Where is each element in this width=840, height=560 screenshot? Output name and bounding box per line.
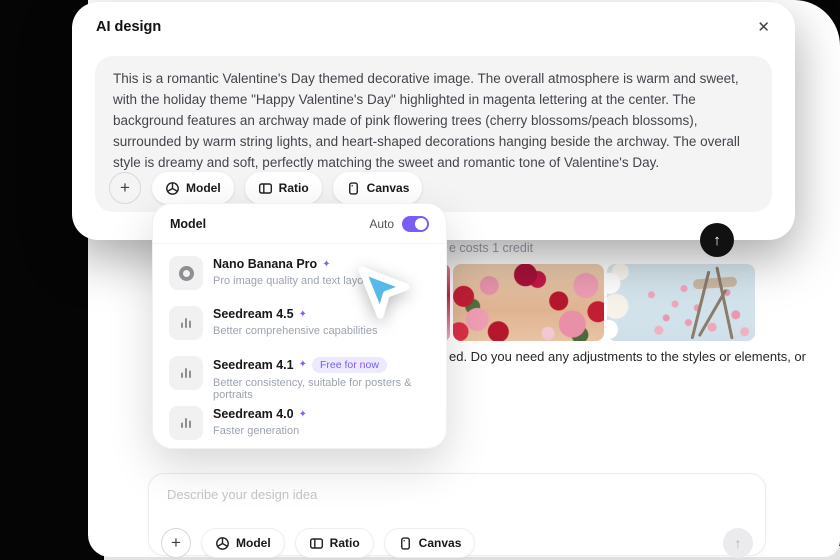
model-icon — [215, 536, 230, 551]
ratio-icon — [309, 536, 324, 551]
canvas-icon — [346, 181, 361, 196]
model-option-name: Seedream 4.1 — [213, 358, 294, 372]
canvas-icon — [398, 536, 413, 551]
model-option-seedream-4-5[interactable]: Seedream 4.5 ✦ Better comprehensive capa… — [153, 298, 446, 348]
canvas-button[interactable]: Canvas — [384, 528, 476, 558]
ratio-button-label: Ratio — [279, 181, 309, 195]
model-button[interactable]: Model — [201, 528, 285, 558]
ratio-button[interactable]: Ratio — [245, 172, 322, 204]
add-attachment-button[interactable]: + — [161, 528, 191, 558]
model-button[interactable]: Model — [152, 172, 234, 204]
model-panel-title: Model — [170, 217, 206, 231]
model-option-seedream-4-0[interactable]: Seedream 4.0 ✦ Faster generation — [153, 398, 446, 448]
canvas-button[interactable]: Canvas — [333, 172, 423, 204]
premium-badge-icon: ✦ — [322, 259, 330, 270]
close-icon[interactable]: ✕ — [757, 18, 770, 36]
generated-image-petals-floor[interactable] — [607, 264, 755, 341]
model-icon — [165, 181, 180, 196]
canvas-button-label: Canvas — [419, 536, 462, 550]
arrow-up-icon: ↑ — [713, 232, 721, 249]
send-button[interactable]: ↑ — [700, 223, 734, 257]
credit-cost-text: e costs 1 credit — [449, 241, 533, 255]
model-option-name: Nano Banana Pro — [213, 257, 317, 271]
design-prompt-composer[interactable]: Describe your design idea + Model — [148, 473, 766, 556]
prompt-input-area[interactable]: This is a romantic Valentine's Day theme… — [95, 56, 772, 212]
generated-image-rose-garden[interactable] — [453, 264, 604, 341]
plus-icon: + — [120, 178, 130, 198]
send-button-disabled[interactable]: ↑ — [723, 528, 753, 558]
screen: e costs 1 credit ed. Do you need any adj… — [0, 0, 840, 560]
ratio-button[interactable]: Ratio — [295, 528, 374, 558]
seedream-model-icon — [169, 406, 203, 440]
chair-decor — [693, 276, 738, 289]
model-option-name: Seedream 4.0 — [213, 407, 294, 421]
plus-icon: + — [171, 533, 181, 553]
model-button-label: Model — [186, 181, 221, 195]
composer-toolbar: + Model Ratio — [161, 528, 753, 558]
model-option-description: Pro image quality and text layout — [213, 275, 373, 287]
premium-badge-icon: ✦ — [299, 409, 307, 420]
arrow-up-icon: ↑ — [735, 535, 742, 551]
model-option-seedream-4-1[interactable]: Seedream 4.1 ✦ Free for now Better consi… — [153, 348, 446, 398]
premium-badge-icon: ✦ — [299, 359, 307, 370]
modal-toolbar: + Model Ratio — [109, 172, 422, 204]
modal-title: AI design — [96, 19, 161, 35]
ratio-button-label: Ratio — [330, 536, 360, 550]
auto-toggle[interactable] — [402, 216, 429, 232]
model-option-name: Seedream 4.5 — [213, 307, 294, 321]
model-select-panel: Model Auto Nano Banana Pro ✦ Pro image q… — [152, 203, 447, 449]
toggle-knob — [415, 218, 427, 230]
prompt-text[interactable]: This is a romantic Valentine's Day theme… — [113, 68, 757, 173]
model-option-nano-banana-pro[interactable]: Nano Banana Pro ✦ Pro image quality and … — [153, 248, 446, 298]
composer-placeholder[interactable]: Describe your design idea — [167, 487, 317, 502]
add-attachment-button[interactable]: + — [109, 172, 141, 204]
nano-banana-model-icon — [169, 256, 203, 290]
model-panel-header: Model Auto — [153, 204, 446, 244]
model-option-description: Better comprehensive capabilities — [213, 325, 377, 337]
premium-badge-icon: ✦ — [299, 309, 307, 320]
ratio-icon — [258, 181, 273, 196]
model-option-description: Better consistency, suitable for posters… — [213, 377, 430, 401]
model-option-description: Faster generation — [213, 425, 307, 437]
canvas-button-label: Canvas — [367, 181, 410, 195]
seedream-model-icon — [169, 356, 203, 390]
model-button-label: Model — [236, 536, 271, 550]
auto-toggle-label: Auto — [369, 217, 394, 231]
seedream-model-icon — [169, 306, 203, 340]
free-for-now-tag: Free for now — [312, 357, 387, 373]
assistant-question-text: ed. Do you need any adjustments to the s… — [449, 349, 806, 364]
